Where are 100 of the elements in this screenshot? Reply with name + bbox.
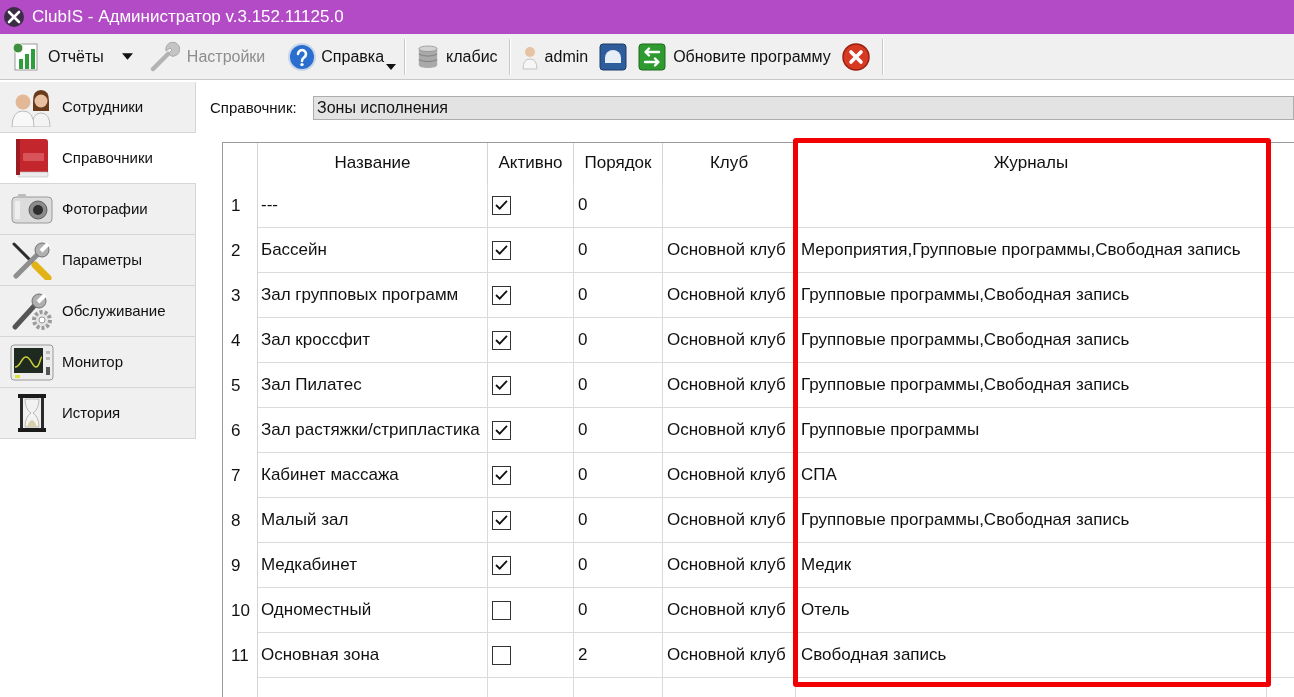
checkbox[interactable] (492, 465, 511, 485)
checkmark-icon (495, 245, 508, 255)
checkmark-icon (495, 515, 508, 525)
table-cell: Основной клуб (663, 228, 796, 273)
checkmark-icon (495, 335, 508, 345)
table-cell: 0 (574, 273, 663, 318)
table-cell: Групповые программы,Свободная запись (796, 498, 1267, 543)
reference-label: Справочник: (210, 97, 298, 118)
table-cell: Основной клуб (663, 363, 796, 408)
row-number: 1 (223, 183, 258, 228)
table-cell: --- (258, 183, 488, 228)
reference-dropdown[interactable]: Зоны исполнения (313, 96, 1294, 120)
table-cell: Мероприятия,Групповые программы,Свободная запись (796, 228, 1267, 273)
caret-icon (386, 63, 397, 70)
checkbox[interactable] (492, 420, 511, 440)
sidebar-item[interactable]: Фотографии (0, 184, 196, 235)
row-number: 10 (223, 588, 258, 633)
checkmark-icon (495, 470, 508, 480)
checkbox[interactable] (492, 645, 511, 665)
table-cell: Основной клуб (663, 453, 796, 498)
table-cell: 2 (574, 633, 663, 678)
checkbox[interactable] (492, 510, 511, 530)
row-number: 8 (223, 498, 258, 543)
toolbar-button[interactable]: admin (516, 37, 594, 76)
table-cell: 0 (574, 363, 663, 408)
checkbox[interactable] (492, 240, 511, 260)
table-cell: Основная зона (258, 633, 488, 678)
row-number: 4 (223, 318, 258, 363)
sidebar-item[interactable]: Монитор (0, 337, 196, 388)
checkbox[interactable] (492, 555, 511, 575)
arch-icon (599, 42, 628, 71)
table-cell: 0 (574, 408, 663, 453)
checkmark-icon (495, 425, 508, 435)
table-cell: Отель (796, 588, 1267, 633)
row-number: 11 (223, 633, 258, 678)
row-number: 2 (223, 228, 258, 273)
row-number: 3 (223, 273, 258, 318)
table-cell: Групповые программы,Свободная запись (796, 318, 1267, 363)
table-cell: СПА (796, 453, 1267, 498)
table-cell: Свободная запись (796, 633, 1267, 678)
checkmark-icon (495, 200, 508, 210)
people-icon (10, 87, 54, 127)
window-title: ClubIS - Администратор v.3.152.11125.0 (32, 6, 344, 29)
checkbox[interactable] (492, 285, 511, 305)
tools-icon (10, 240, 54, 280)
checkmark-icon (495, 290, 508, 300)
sidebar-item[interactable]: История (0, 388, 196, 439)
table-cell: Групповые программы,Свободная запись (796, 273, 1267, 318)
sidebar-item[interactable]: Сотрудники (0, 82, 196, 133)
column-header[interactable]: Журналы (993, 150, 1069, 176)
table-cell: Одноместный (258, 588, 488, 633)
table-cell: Групповые программы,Свободная запись (796, 363, 1267, 408)
table-cell: Основной клуб (663, 318, 796, 363)
app-logo-icon (4, 7, 24, 27)
table-cell: Основной клуб (663, 633, 796, 678)
report-chart-icon (11, 41, 41, 72)
row-number: 7 (223, 453, 258, 498)
table-cell: Зал растяжки/стрипластика (258, 408, 488, 453)
table-cell: 0 (574, 453, 663, 498)
table-cell: 0 (574, 498, 663, 543)
table-cell: 0 (574, 183, 663, 228)
caret-icon (122, 53, 134, 60)
toolbar-button[interactable]: Обновите программу (633, 37, 836, 76)
column-header[interactable]: Порядок (584, 150, 652, 176)
table-cell: 0 (574, 588, 663, 633)
checkmark-icon (495, 380, 508, 390)
row-number: 5 (223, 363, 258, 408)
checkmark-icon (495, 560, 508, 570)
column-header[interactable]: Клуб (709, 150, 749, 176)
database-icon (417, 44, 440, 69)
checkbox[interactable] (492, 330, 511, 350)
table-cell: Кабинет массажа (258, 453, 488, 498)
row-number: 9 (223, 543, 258, 588)
table-cell: Бассейн (258, 228, 488, 273)
table-cell: Групповые программы (796, 408, 1267, 453)
table-cell: 0 (574, 228, 663, 273)
column-header[interactable]: Название (334, 150, 411, 176)
table-cell: Основной клуб (663, 543, 796, 588)
table-cell: Медик (796, 543, 1267, 588)
checkbox[interactable] (492, 375, 511, 395)
sidebar-item[interactable]: Обслуживание (0, 286, 196, 337)
table-cell: Основной клуб (663, 498, 796, 543)
table-cell: Зал Пилатес (258, 363, 488, 408)
table-cell: Малый зал (258, 498, 488, 543)
row-number: 6 (223, 408, 258, 453)
table-cell: Основной клуб (663, 273, 796, 318)
checkbox[interactable] (492, 600, 511, 620)
toolbar-button[interactable]: Отчёты (6, 37, 109, 76)
table-cell: Зал групповых программ (258, 273, 488, 318)
table-cell: Медкабинет (258, 543, 488, 588)
arrows-icon (638, 42, 667, 71)
table-cell: Зал кроссфит (258, 318, 488, 363)
table-cell: 0 (574, 543, 663, 588)
toolbar-button[interactable]: клабис (412, 37, 503, 76)
menu-button[interactable]: Справка (284, 37, 399, 76)
table-cell: Основной клуб (663, 588, 796, 633)
sidebar-item[interactable]: Параметры (0, 235, 196, 286)
help-icon (288, 42, 317, 71)
checkbox[interactable] (492, 195, 511, 215)
column-header[interactable]: Активно (498, 150, 563, 176)
